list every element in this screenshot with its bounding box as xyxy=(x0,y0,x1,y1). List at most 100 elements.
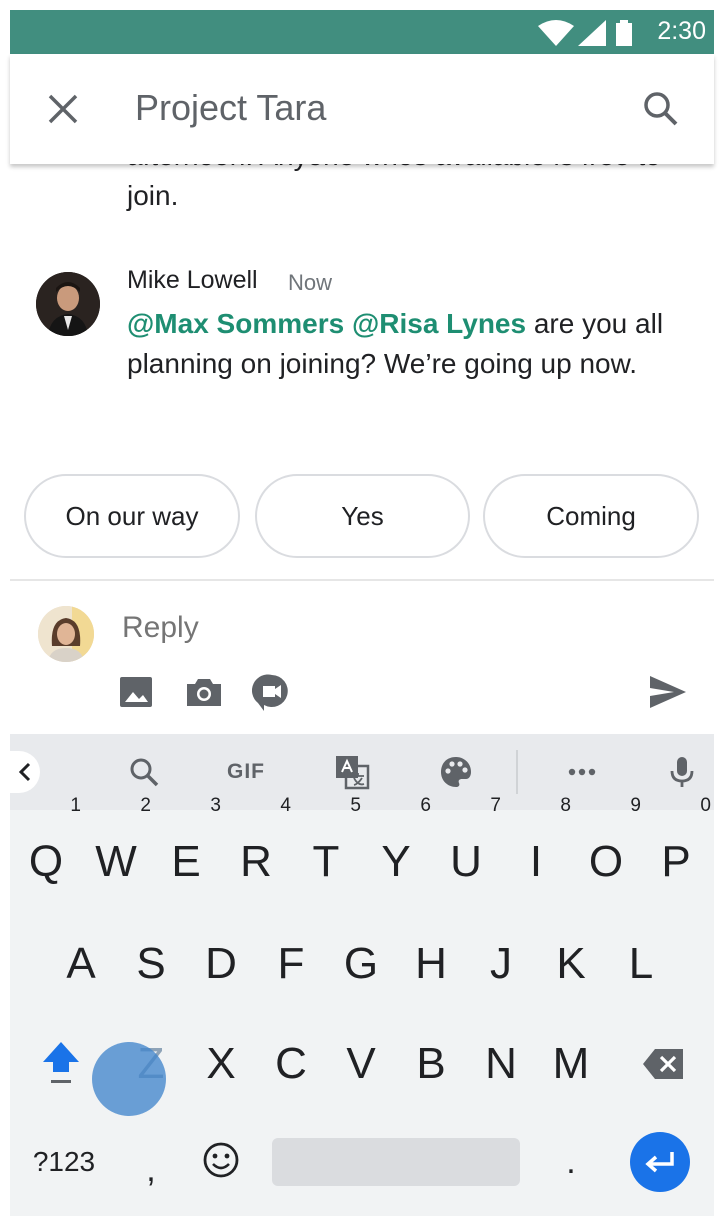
key-p[interactable]: P0 xyxy=(645,796,711,898)
more-icon xyxy=(568,768,596,776)
key-s[interactable]: S xyxy=(120,928,182,1000)
key-x[interactable]: X xyxy=(190,1028,252,1100)
divider xyxy=(10,579,714,581)
smart-reply-chip[interactable]: Yes xyxy=(255,474,470,558)
camera-button[interactable] xyxy=(184,672,224,712)
key-n[interactable]: N xyxy=(470,1028,532,1100)
key-hint: 7 xyxy=(490,795,501,816)
key-label: Y xyxy=(381,837,411,886)
key-label: Q xyxy=(28,837,64,886)
key-b[interactable]: B xyxy=(400,1028,462,1100)
key-q[interactable]: Q1 xyxy=(15,796,81,898)
emoji-key[interactable] xyxy=(190,1126,252,1198)
key-g[interactable]: G xyxy=(330,928,392,1000)
key-hint: 5 xyxy=(350,795,361,816)
app-bar: Project Tara xyxy=(10,54,714,164)
key-label: J xyxy=(490,939,512,988)
smart-reply-chip[interactable]: Coming xyxy=(483,474,699,558)
key-label: H xyxy=(415,939,447,988)
key-k[interactable]: K xyxy=(540,928,602,1000)
message-list[interactable]: afternoon. Anyone whos available is free… xyxy=(10,164,714,464)
key-label: N xyxy=(485,1039,517,1088)
key-m[interactable]: M xyxy=(540,1028,602,1100)
smart-reply-label: Coming xyxy=(546,500,636,531)
translate-button[interactable] xyxy=(332,752,372,792)
key-h[interactable]: H xyxy=(400,928,462,1000)
shift-key[interactable] xyxy=(30,1028,92,1100)
key-y[interactable]: Y6 xyxy=(365,796,431,898)
backspace-key[interactable] xyxy=(632,1028,694,1100)
keyboard-toolbar: GIF xyxy=(10,734,714,810)
toolbar-divider xyxy=(516,750,518,794)
key-j[interactable]: J xyxy=(470,928,532,1000)
key-label: , xyxy=(146,1151,156,1189)
key-label: C xyxy=(275,1039,307,1088)
more-button[interactable] xyxy=(562,752,602,792)
sender-name: Mike Lowell xyxy=(127,266,258,294)
symbols-key[interactable]: ?123 xyxy=(26,1126,102,1198)
key-hint: 0 xyxy=(700,795,711,816)
key-hint: 8 xyxy=(560,795,571,816)
gif-icon: GIF xyxy=(227,760,265,783)
reply-input[interactable] xyxy=(120,610,510,646)
battery-icon xyxy=(616,20,632,46)
key-hint: 3 xyxy=(210,795,221,816)
search-button[interactable] xyxy=(638,86,684,132)
gif-button[interactable]: GIF xyxy=(224,752,268,792)
key-label: A xyxy=(66,939,96,988)
smart-reply-chip[interactable]: On our way xyxy=(24,474,240,558)
enter-icon xyxy=(645,1152,674,1173)
page-title: Project Tara xyxy=(135,87,327,128)
key-label: F xyxy=(277,939,305,988)
key-e[interactable]: E3 xyxy=(155,796,221,898)
translate-icon xyxy=(336,756,370,790)
shift-icon xyxy=(43,1042,79,1083)
keyboard-search-button[interactable] xyxy=(124,752,164,792)
touch-indicator xyxy=(92,1042,166,1116)
enter-key[interactable] xyxy=(630,1132,690,1192)
close-button[interactable] xyxy=(40,86,86,132)
message-text: @Max Sommers @Risa Lynes are you all pla… xyxy=(127,304,687,384)
key-v[interactable]: V xyxy=(330,1028,392,1100)
key-t[interactable]: T5 xyxy=(295,796,361,898)
space-key[interactable] xyxy=(272,1138,520,1186)
close-icon xyxy=(48,94,78,124)
mention[interactable]: @Max Sommers xyxy=(127,308,344,339)
image-button[interactable] xyxy=(116,672,156,712)
mention[interactable]: @Risa Lynes xyxy=(352,308,526,339)
video-call-button[interactable] xyxy=(251,672,292,712)
key-label: B xyxy=(416,1039,446,1088)
key-label: . xyxy=(566,1143,576,1181)
key-label: R xyxy=(240,837,272,886)
key-d[interactable]: D xyxy=(190,928,252,1000)
search-icon xyxy=(130,758,159,787)
theme-button[interactable] xyxy=(436,752,476,792)
search-icon xyxy=(644,92,678,126)
wifi-icon xyxy=(538,20,574,46)
chevron-left-icon xyxy=(18,762,31,782)
send-button[interactable] xyxy=(648,672,688,712)
comma-key[interactable]: , xyxy=(120,1134,182,1206)
period-key[interactable]: . xyxy=(540,1126,602,1198)
key-c[interactable]: C xyxy=(260,1028,322,1100)
mic-icon xyxy=(670,757,694,787)
key-label: I xyxy=(529,837,543,886)
key-a[interactable]: A xyxy=(50,928,112,1000)
key-f[interactable]: F xyxy=(260,928,322,1000)
key-hint: 1 xyxy=(70,795,81,816)
key-u[interactable]: U7 xyxy=(435,796,501,898)
key-l[interactable]: L xyxy=(610,928,672,1000)
key-r[interactable]: R4 xyxy=(225,796,291,898)
key-hint: 2 xyxy=(140,795,151,816)
key-label: U xyxy=(450,837,482,886)
key-w[interactable]: W2 xyxy=(85,796,151,898)
key-o[interactable]: O9 xyxy=(575,796,641,898)
collapse-toolbar-button[interactable] xyxy=(10,751,40,793)
camera-icon xyxy=(187,679,221,706)
key-label: G xyxy=(343,939,379,988)
key-i[interactable]: I8 xyxy=(505,796,571,898)
previous-message-text: afternoon. Anyone whos available is free… xyxy=(127,164,661,211)
avatar[interactable] xyxy=(36,272,100,336)
avatar xyxy=(38,606,94,662)
voice-input-button[interactable] xyxy=(662,752,702,792)
